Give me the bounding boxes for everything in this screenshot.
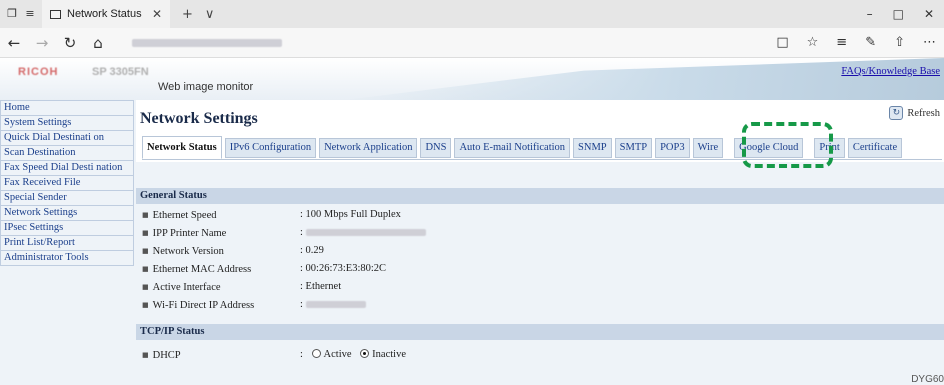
dhcp-inactive-radio[interactable] [360, 349, 370, 358]
ipp-printer-name-colon: : [300, 227, 303, 238]
redacted-ip-address [305, 301, 366, 309]
tab-network-application[interactable]: Network Application [319, 138, 418, 158]
menu-item-network-settings[interactable]: Network Settings [0, 206, 134, 221]
menu-item-system-settings[interactable]: System Settings [0, 116, 134, 131]
status-row: Ethernet Speed : 100 Mbps Full Duplex [136, 206, 944, 224]
wifi-direct-ip-colon: : [300, 299, 303, 310]
minimize-button[interactable]: – [867, 7, 873, 21]
url-field[interactable] [120, 32, 768, 54]
ethernet-speed-label: Ethernet Speed [142, 206, 217, 225]
menu-item-administrator-tools[interactable]: Administrator Tools [0, 251, 134, 266]
tab-wireless[interactable]: Wire [692, 138, 724, 158]
page-title: Network Settings [140, 110, 258, 127]
tab-pop3[interactable]: POP3 [655, 138, 690, 158]
hub-icon[interactable]: ≡ [836, 35, 847, 50]
favorite-star-icon[interactable]: ☆ [807, 35, 819, 50]
tab-preview-icon[interactable]: ❐ [6, 8, 18, 20]
dhcp-row: DHCP : Active Inactive [136, 346, 944, 364]
google-cloud-highlight-box [742, 122, 833, 168]
brand-logo: RICOH [18, 66, 59, 78]
tcpip-status-heading: TCP/IP Status [136, 324, 944, 340]
share-icon[interactable]: ⇧ [894, 35, 905, 50]
model-name: SP 3305FN [92, 66, 149, 78]
ethernet-mac-label: Ethernet MAC Address [142, 260, 252, 279]
wifi-direct-ip-label: Wi-Fi Direct IP Address [142, 296, 255, 315]
tab-ipv6-configuration[interactable]: IPv6 Configuration [224, 138, 317, 158]
menu-item-special-sender[interactable]: Special Sender [0, 191, 134, 206]
dhcp-colon: : [300, 349, 303, 360]
more-icon[interactable]: ⋯ [923, 35, 936, 50]
ethernet-mac-value: : 00:26:73:E3:80:2C [300, 263, 387, 274]
redacted-printer-name [305, 229, 426, 237]
window-controls: – □ ✕ [867, 7, 944, 21]
menu-item-ipsec-settings[interactable]: IPsec Settings [0, 221, 134, 236]
active-interface-label: Active Interface [142, 278, 221, 297]
redacted-url [132, 38, 282, 47]
maximize-button[interactable]: □ [893, 7, 904, 21]
tab-auto-email-notification[interactable]: Auto E-mail Notification [454, 138, 571, 158]
wifi-direct-ip-value: : [300, 296, 366, 314]
faq-link[interactable]: FAQs/Knowledge Base [841, 66, 940, 77]
dhcp-options: : Active Inactive [300, 346, 406, 364]
tab-menu-chevron-icon[interactable]: ∨ [205, 7, 215, 22]
figure-code: DYG60 [911, 374, 944, 385]
reading-view-icon[interactable]: □ [776, 35, 788, 50]
main-content: Network Settings ↻ Refresh Network Statu… [136, 100, 944, 385]
new-tab-button[interactable]: + [182, 7, 193, 22]
network-version-label: Network Version [142, 242, 224, 261]
tab-dns[interactable]: DNS [420, 138, 452, 158]
status-row: Network Version : 0.29 [136, 242, 944, 260]
menu-item-home[interactable]: Home [0, 100, 134, 116]
back-button[interactable]: ← [0, 34, 28, 52]
menu-item-scan-destination[interactable]: Scan Destination [0, 146, 134, 161]
page-banner: RICOH SP 3305FN Web image monitor FAQs/K… [0, 58, 944, 100]
banner-decoration [344, 58, 944, 100]
browser-tab-title: Network Status [67, 8, 142, 20]
dhcp-label: DHCP [142, 346, 181, 365]
set-aside-tabs-icon[interactable]: ≡ [24, 8, 36, 20]
refresh-icon: ↻ [889, 106, 904, 120]
dhcp-active-radio[interactable] [311, 349, 321, 358]
dhcp-inactive-label: Inactive [372, 349, 406, 360]
refresh-label: Refresh [907, 107, 940, 119]
home-button[interactable]: ⌂ [84, 34, 112, 52]
address-bar-actions: □ ☆ ≡ ✎ ⇧ ⋯ [776, 35, 944, 50]
general-status-heading: General Status [136, 188, 944, 204]
tab-network-status[interactable]: Network Status [142, 136, 222, 159]
ipp-printer-name-value: : [300, 224, 426, 242]
menu-item-fax-speed-dial[interactable]: Fax Speed Dial Desti nation [0, 161, 134, 176]
active-interface-value: : Ethernet [300, 281, 342, 292]
address-bar-row: ← → ↻ ⌂ □ ☆ ≡ ✎ ⇧ ⋯ [0, 28, 944, 58]
browser-tab[interactable]: Network Status ✕ [42, 0, 170, 28]
menu-item-fax-received-file[interactable]: Fax Received File [0, 176, 134, 191]
web-note-icon[interactable]: ✎ [865, 35, 876, 50]
menu-item-print-list-report[interactable]: Print List/Report [0, 236, 134, 251]
tab-snmp[interactable]: SNMP [573, 138, 612, 158]
ethernet-speed-value: : 100 Mbps Full Duplex [300, 209, 401, 220]
menu-item-quick-dial[interactable]: Quick Dial Destinati on [0, 131, 134, 146]
refresh-button[interactable]: ↻ Refresh [889, 106, 940, 120]
close-tab-icon[interactable]: ✕ [152, 7, 162, 21]
network-version-value: : 0.29 [300, 245, 324, 256]
status-row: IPP Printer Name : [136, 224, 944, 242]
status-row: Wi-Fi Direct IP Address : [136, 296, 944, 314]
forward-button[interactable]: → [28, 34, 56, 52]
tab-smtp[interactable]: SMTP [614, 138, 653, 158]
reload-button[interactable]: ↻ [56, 34, 84, 52]
dhcp-active-label: Active [323, 349, 352, 360]
page-icon [50, 9, 61, 19]
status-row: Active Interface : Ethernet [136, 278, 944, 296]
left-menu: Home System Settings Quick Dial Destinat… [0, 100, 136, 385]
browser-tab-bar: ❐ ≡ Network Status ✕ + ∨ – □ ✕ [0, 0, 944, 28]
close-window-button[interactable]: ✕ [924, 7, 934, 21]
status-row: Ethernet MAC Address : 00:26:73:E3:80:2C [136, 260, 944, 278]
tab-certificate[interactable]: Certificate [847, 138, 903, 158]
web-image-monitor-label: Web image monitor [158, 81, 254, 93]
ipp-printer-name-label: IPP Printer Name [142, 224, 227, 243]
